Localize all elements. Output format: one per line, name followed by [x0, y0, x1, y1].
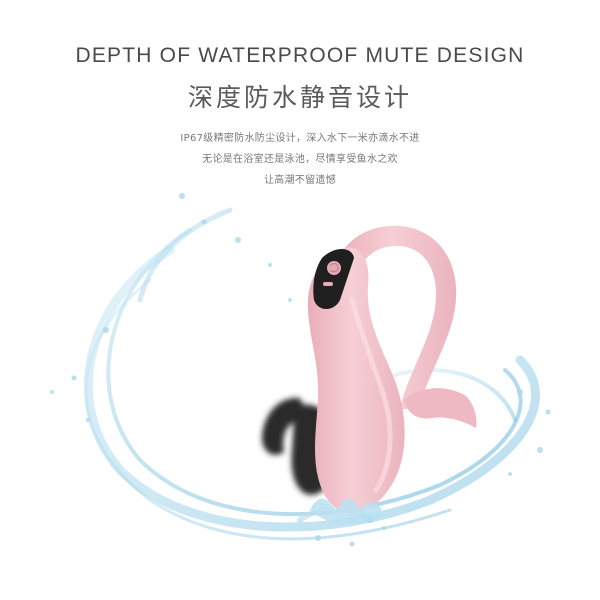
- heading-english: DEPTH OF WATERPROOF MUTE DESIGN: [75, 44, 525, 67]
- product-feature-page: DEPTH OF WATERPROOF MUTE DESIGN 深度防水静音设计…: [0, 0, 600, 600]
- description-line-1: IP67级精密防水防尘设计，深入水下一米亦滴水不进: [180, 133, 420, 144]
- pink-device: [307, 225, 477, 513]
- product-illustration: [50, 193, 551, 547]
- heading-chinese: 深度防水静音设计: [187, 83, 412, 112]
- mode-button-icon: [323, 282, 333, 286]
- description-line-2: 无论是在浴室还是泳池，尽情享受鱼水之欢: [202, 154, 398, 165]
- water-droplets: [50, 193, 551, 547]
- base-splash: [310, 498, 384, 525]
